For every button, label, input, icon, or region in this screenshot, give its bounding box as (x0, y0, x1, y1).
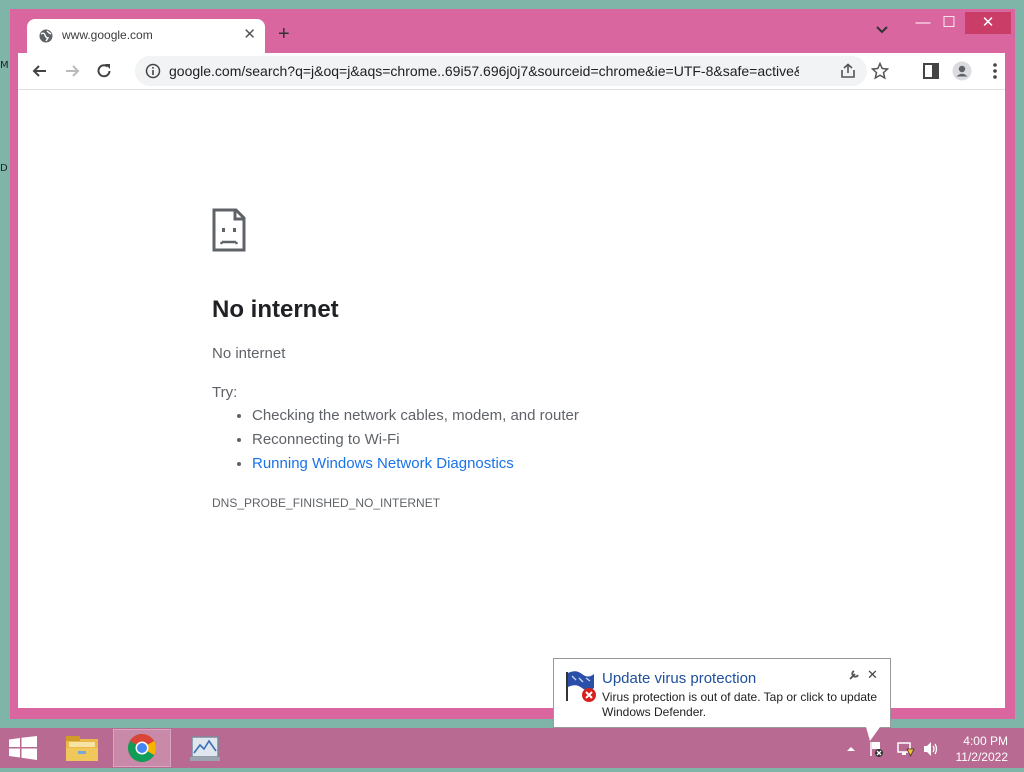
profile-icon[interactable] (952, 61, 972, 81)
notification-close-icon[interactable]: ✕ (867, 667, 878, 683)
error-code: DNS_PROBE_FINISHED_NO_INTERNET (212, 496, 441, 510)
back-icon[interactable] (30, 61, 50, 81)
notification-balloon[interactable]: Update virus protection Virus protection… (553, 658, 891, 728)
tray-chevron-icon[interactable] (846, 744, 856, 754)
suggestion-list: Checking the network cables, modem, and … (212, 404, 579, 476)
reload-icon[interactable] (94, 61, 114, 81)
action-center-icon[interactable] (868, 740, 884, 758)
error-title: No internet (212, 296, 339, 323)
file-explorer-button[interactable] (54, 729, 112, 767)
notification-tail (866, 727, 880, 741)
info-icon[interactable] (145, 63, 161, 79)
star-icon[interactable] (871, 62, 889, 80)
network-icon[interactable] (897, 740, 915, 758)
speaker-icon[interactable] (922, 740, 940, 758)
notification-title[interactable]: Update virus protection (602, 670, 756, 687)
error-subtitle: No internet (212, 345, 286, 362)
browser-window: www.google.com ✕ + — ☐ ✕ google.com/sear… (10, 9, 1015, 719)
globe-icon (39, 29, 53, 43)
desktop-icon-label: M (0, 60, 9, 71)
windows-start-icon[interactable] (8, 736, 38, 760)
close-window-button[interactable]: ✕ (965, 12, 1011, 34)
clock-date: 11/2/2022 (955, 750, 1009, 764)
menu-icon[interactable] (985, 61, 1005, 81)
side-panel-icon[interactable] (921, 61, 941, 81)
forward-icon[interactable] (62, 61, 82, 81)
tab-title: www.google.com (62, 28, 153, 42)
maximize-button[interactable]: ☐ (936, 12, 962, 34)
new-tab-button[interactable]: + (278, 24, 290, 44)
network-diagnostics-link[interactable]: Running Windows Network Diagnostics (252, 455, 514, 472)
tab-google[interactable]: www.google.com ✕ (27, 19, 265, 53)
performance-monitor-button[interactable] (176, 729, 234, 767)
page-content: No internet No internet Try: Checking th… (18, 89, 1005, 708)
share-icon[interactable] (839, 63, 857, 79)
tab-search-chevron-icon[interactable] (876, 26, 888, 34)
minimize-button[interactable]: — (910, 12, 936, 34)
browser-toolbar: google.com/search?q=j&oq=j&aqs=chrome..6… (18, 53, 1005, 89)
suggestion-item: Running Windows Network Diagnostics (252, 452, 579, 476)
defender-flag-icon (566, 671, 596, 702)
notification-text[interactable]: Virus protection is out of date. Tap or … (602, 690, 887, 720)
clock-time: 4:00 PM (963, 734, 1008, 748)
chrome-icon (128, 734, 156, 762)
wrench-icon[interactable] (848, 669, 860, 681)
try-label: Try: (212, 384, 238, 401)
file-explorer-icon (66, 736, 98, 761)
desktop-icon-label: D (0, 163, 8, 174)
tab-strip: www.google.com ✕ + — ☐ ✕ (10, 9, 1015, 53)
sad-page-icon (212, 208, 246, 252)
taskbar-clock[interactable]: 4:00 PM 11/2/2022 (956, 733, 1009, 765)
suggestion-item: Reconnecting to Wi-Fi (252, 428, 579, 452)
suggestion-item: Checking the network cables, modem, and … (252, 404, 579, 428)
chrome-taskbar-button[interactable] (113, 729, 171, 767)
address-bar[interactable]: google.com/search?q=j&oq=j&aqs=chrome..6… (135, 56, 889, 86)
url-text[interactable]: google.com/search?q=j&oq=j&aqs=chrome..6… (169, 63, 799, 79)
performance-monitor-icon (190, 736, 220, 761)
tab-close-icon[interactable]: ✕ (243, 25, 256, 43)
